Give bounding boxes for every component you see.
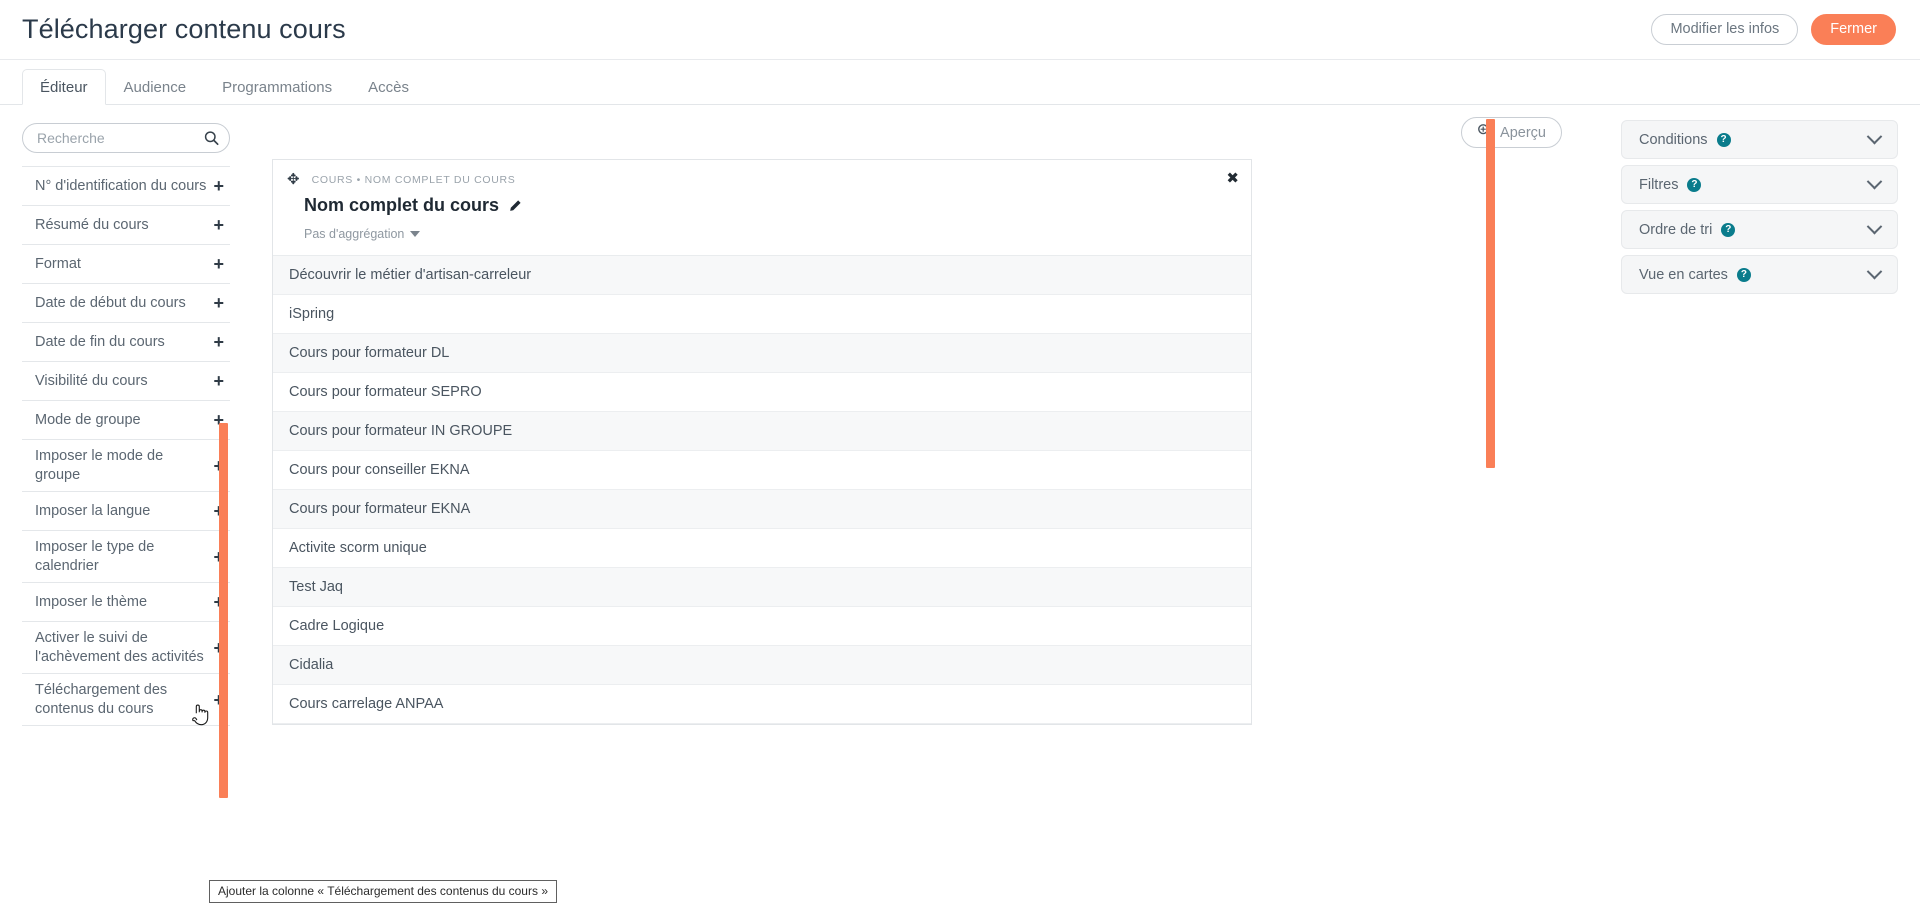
table-row[interactable]: Cidalia xyxy=(273,646,1251,685)
table-row[interactable]: Cours pour formateur DL xyxy=(273,334,1251,373)
field-item-course-summary[interactable]: Résumé du cours + xyxy=(22,206,230,245)
table-row[interactable]: Cours carrelage ANPAA xyxy=(273,685,1251,724)
help-icon[interactable]: ? xyxy=(1721,222,1736,237)
page-title: Télécharger contenu cours xyxy=(22,14,346,44)
tab-audience[interactable]: Audience xyxy=(106,69,205,105)
accordion-label: Vue en cartes xyxy=(1639,266,1728,283)
field-item-visibility[interactable]: Visibilité du cours + xyxy=(22,362,230,401)
field-label: Activer le suivi de l'achèvement des act… xyxy=(35,630,204,665)
accordion-ordre-de-tri[interactable]: Ordre de tri ? xyxy=(1621,210,1898,249)
pencil-icon[interactable] xyxy=(508,199,522,213)
field-label: Téléchargement des contenus du cours xyxy=(35,682,168,717)
accordion-label: Conditions xyxy=(1639,131,1708,148)
help-icon[interactable]: ? xyxy=(1687,177,1702,192)
edit-info-button[interactable]: Modifier les infos xyxy=(1651,14,1799,45)
table-row[interactable]: Activite scorm unique xyxy=(273,529,1251,568)
field-item-force-language[interactable]: Imposer la langue + xyxy=(22,492,230,532)
accordion-conditions[interactable]: Conditions ? xyxy=(1621,120,1898,159)
table-row[interactable]: Test Jaq xyxy=(273,568,1251,607)
add-column-icon[interactable]: + xyxy=(211,333,226,351)
field-list: N° d'identification du cours + Résumé du… xyxy=(22,166,230,727)
add-column-icon[interactable]: + xyxy=(211,177,226,195)
field-item-start-date[interactable]: Date de début du cours + xyxy=(22,284,230,323)
chevron-down-icon xyxy=(1866,128,1883,145)
chevron-down-icon xyxy=(1866,263,1883,280)
field-item-end-date[interactable]: Date de fin du cours + xyxy=(22,323,230,362)
column-header: ✥ COURS • NOM COMPLET DU COURS ✖ Nom com… xyxy=(273,160,1251,256)
page-header: Télécharger contenu cours Modifier les i… xyxy=(0,0,1920,60)
accordion-vue-en-cartes[interactable]: Vue en cartes ? xyxy=(1621,255,1898,294)
tooltip: Ajouter la colonne « Téléchargement des … xyxy=(209,880,557,903)
field-sidebar: N° d'identification du cours + Résumé du… xyxy=(0,105,252,907)
tab-programmations[interactable]: Programmations xyxy=(204,69,350,105)
field-label: Date de début du cours xyxy=(35,294,186,311)
tab-editeur[interactable]: Éditeur xyxy=(22,69,106,105)
preview-row: Aperçu xyxy=(272,117,1578,148)
report-editor-canvas: Aperçu ✥ COURS • NOM COMPLET DU COURS ✖ … xyxy=(252,105,1600,907)
field-label: Imposer la langue xyxy=(35,502,151,519)
move-icon[interactable]: ✥ xyxy=(287,172,300,187)
preview-button-label: Aperçu xyxy=(1500,124,1546,141)
column-data-rows: Découvrir le métier d'artisan-carreleur … xyxy=(273,256,1251,724)
field-label: N° d'identification du cours xyxy=(35,177,207,194)
aggregation-selector[interactable]: Pas d'aggrégation xyxy=(304,227,421,241)
search-wrap xyxy=(22,123,230,153)
table-row[interactable]: Cours pour formateur EKNA xyxy=(273,490,1251,529)
column-title: Nom complet du cours xyxy=(304,195,500,215)
close-button[interactable]: Fermer xyxy=(1811,14,1896,45)
field-label: Mode de groupe xyxy=(35,411,141,428)
accordion-label: Filtres xyxy=(1639,176,1679,193)
tab-acces[interactable]: Accès xyxy=(350,69,427,105)
field-label: Date de fin du cours xyxy=(35,333,165,350)
table-row[interactable]: Cours pour formateur SEPRO xyxy=(273,373,1251,412)
chevron-down-icon xyxy=(1866,218,1883,235)
chevron-down-icon xyxy=(410,231,421,237)
preview-button[interactable]: Aperçu xyxy=(1461,117,1562,148)
field-item-format[interactable]: Format + xyxy=(22,245,230,284)
accordion-label: Ordre de tri xyxy=(1639,221,1713,238)
add-column-icon[interactable]: + xyxy=(211,216,226,234)
aggregation-label: Pas d'aggrégation xyxy=(304,227,405,241)
add-column-icon[interactable]: + xyxy=(211,372,226,390)
column-breadcrumb: COURS • NOM COMPLET DU COURS xyxy=(311,173,516,186)
field-label: Visibilité du cours xyxy=(35,372,148,389)
header-actions: Modifier les infos Fermer xyxy=(1651,14,1896,45)
field-label: Imposer le mode de groupe xyxy=(35,448,164,483)
field-item-course-id[interactable]: N° d'identification du cours + xyxy=(22,167,230,206)
add-column-icon[interactable]: + xyxy=(211,294,226,312)
chevron-down-icon xyxy=(1866,173,1883,190)
field-label: Imposer le thème xyxy=(35,593,148,610)
canvas-scrollbar[interactable] xyxy=(1486,119,1495,468)
report-column-card: ✥ COURS • NOM COMPLET DU COURS ✖ Nom com… xyxy=(272,159,1252,725)
table-row[interactable]: Découvrir le métier d'artisan-carreleur xyxy=(273,256,1251,295)
settings-panel: Conditions ? Filtres ? Ordre de tri ? Vu… xyxy=(1600,105,1920,300)
add-column-icon[interactable]: + xyxy=(211,255,226,273)
sidebar-scrollbar[interactable] xyxy=(219,423,228,798)
field-item-force-group-mode[interactable]: Imposer le mode de groupe + xyxy=(22,440,230,493)
field-label: Résumé du cours xyxy=(35,216,149,233)
help-icon[interactable]: ? xyxy=(1716,132,1731,147)
field-item-force-calendar-type[interactable]: Imposer le type de calendrier + xyxy=(22,531,230,584)
field-label: Format xyxy=(35,255,81,272)
table-row[interactable]: Cours pour formateur IN GROUPE xyxy=(273,412,1251,451)
field-label: Imposer le type de calendrier xyxy=(35,539,155,574)
tab-bar: Éditeur Audience Programmations Accès xyxy=(0,60,1920,105)
column-title-row: Nom complet du cours xyxy=(304,195,1237,216)
workspace: N° d'identification du cours + Résumé du… xyxy=(0,105,1920,907)
search-input[interactable] xyxy=(22,123,230,153)
field-item-course-content-download[interactable]: Téléchargement des contenus du cours + xyxy=(22,674,230,727)
table-row[interactable]: Cadre Logique xyxy=(273,607,1251,646)
accordion-filtres[interactable]: Filtres ? xyxy=(1621,165,1898,204)
table-row[interactable]: iSpring xyxy=(273,295,1251,334)
table-row[interactable]: Cours pour conseiller EKNA xyxy=(273,451,1251,490)
field-item-activity-completion[interactable]: Activer le suivi de l'achèvement des act… xyxy=(22,622,230,675)
close-icon[interactable]: ✖ xyxy=(1226,171,1239,186)
field-item-force-theme[interactable]: Imposer le thème + xyxy=(22,583,230,623)
help-icon[interactable]: ? xyxy=(1736,267,1751,282)
field-item-group-mode[interactable]: Mode de groupe + xyxy=(22,401,230,440)
